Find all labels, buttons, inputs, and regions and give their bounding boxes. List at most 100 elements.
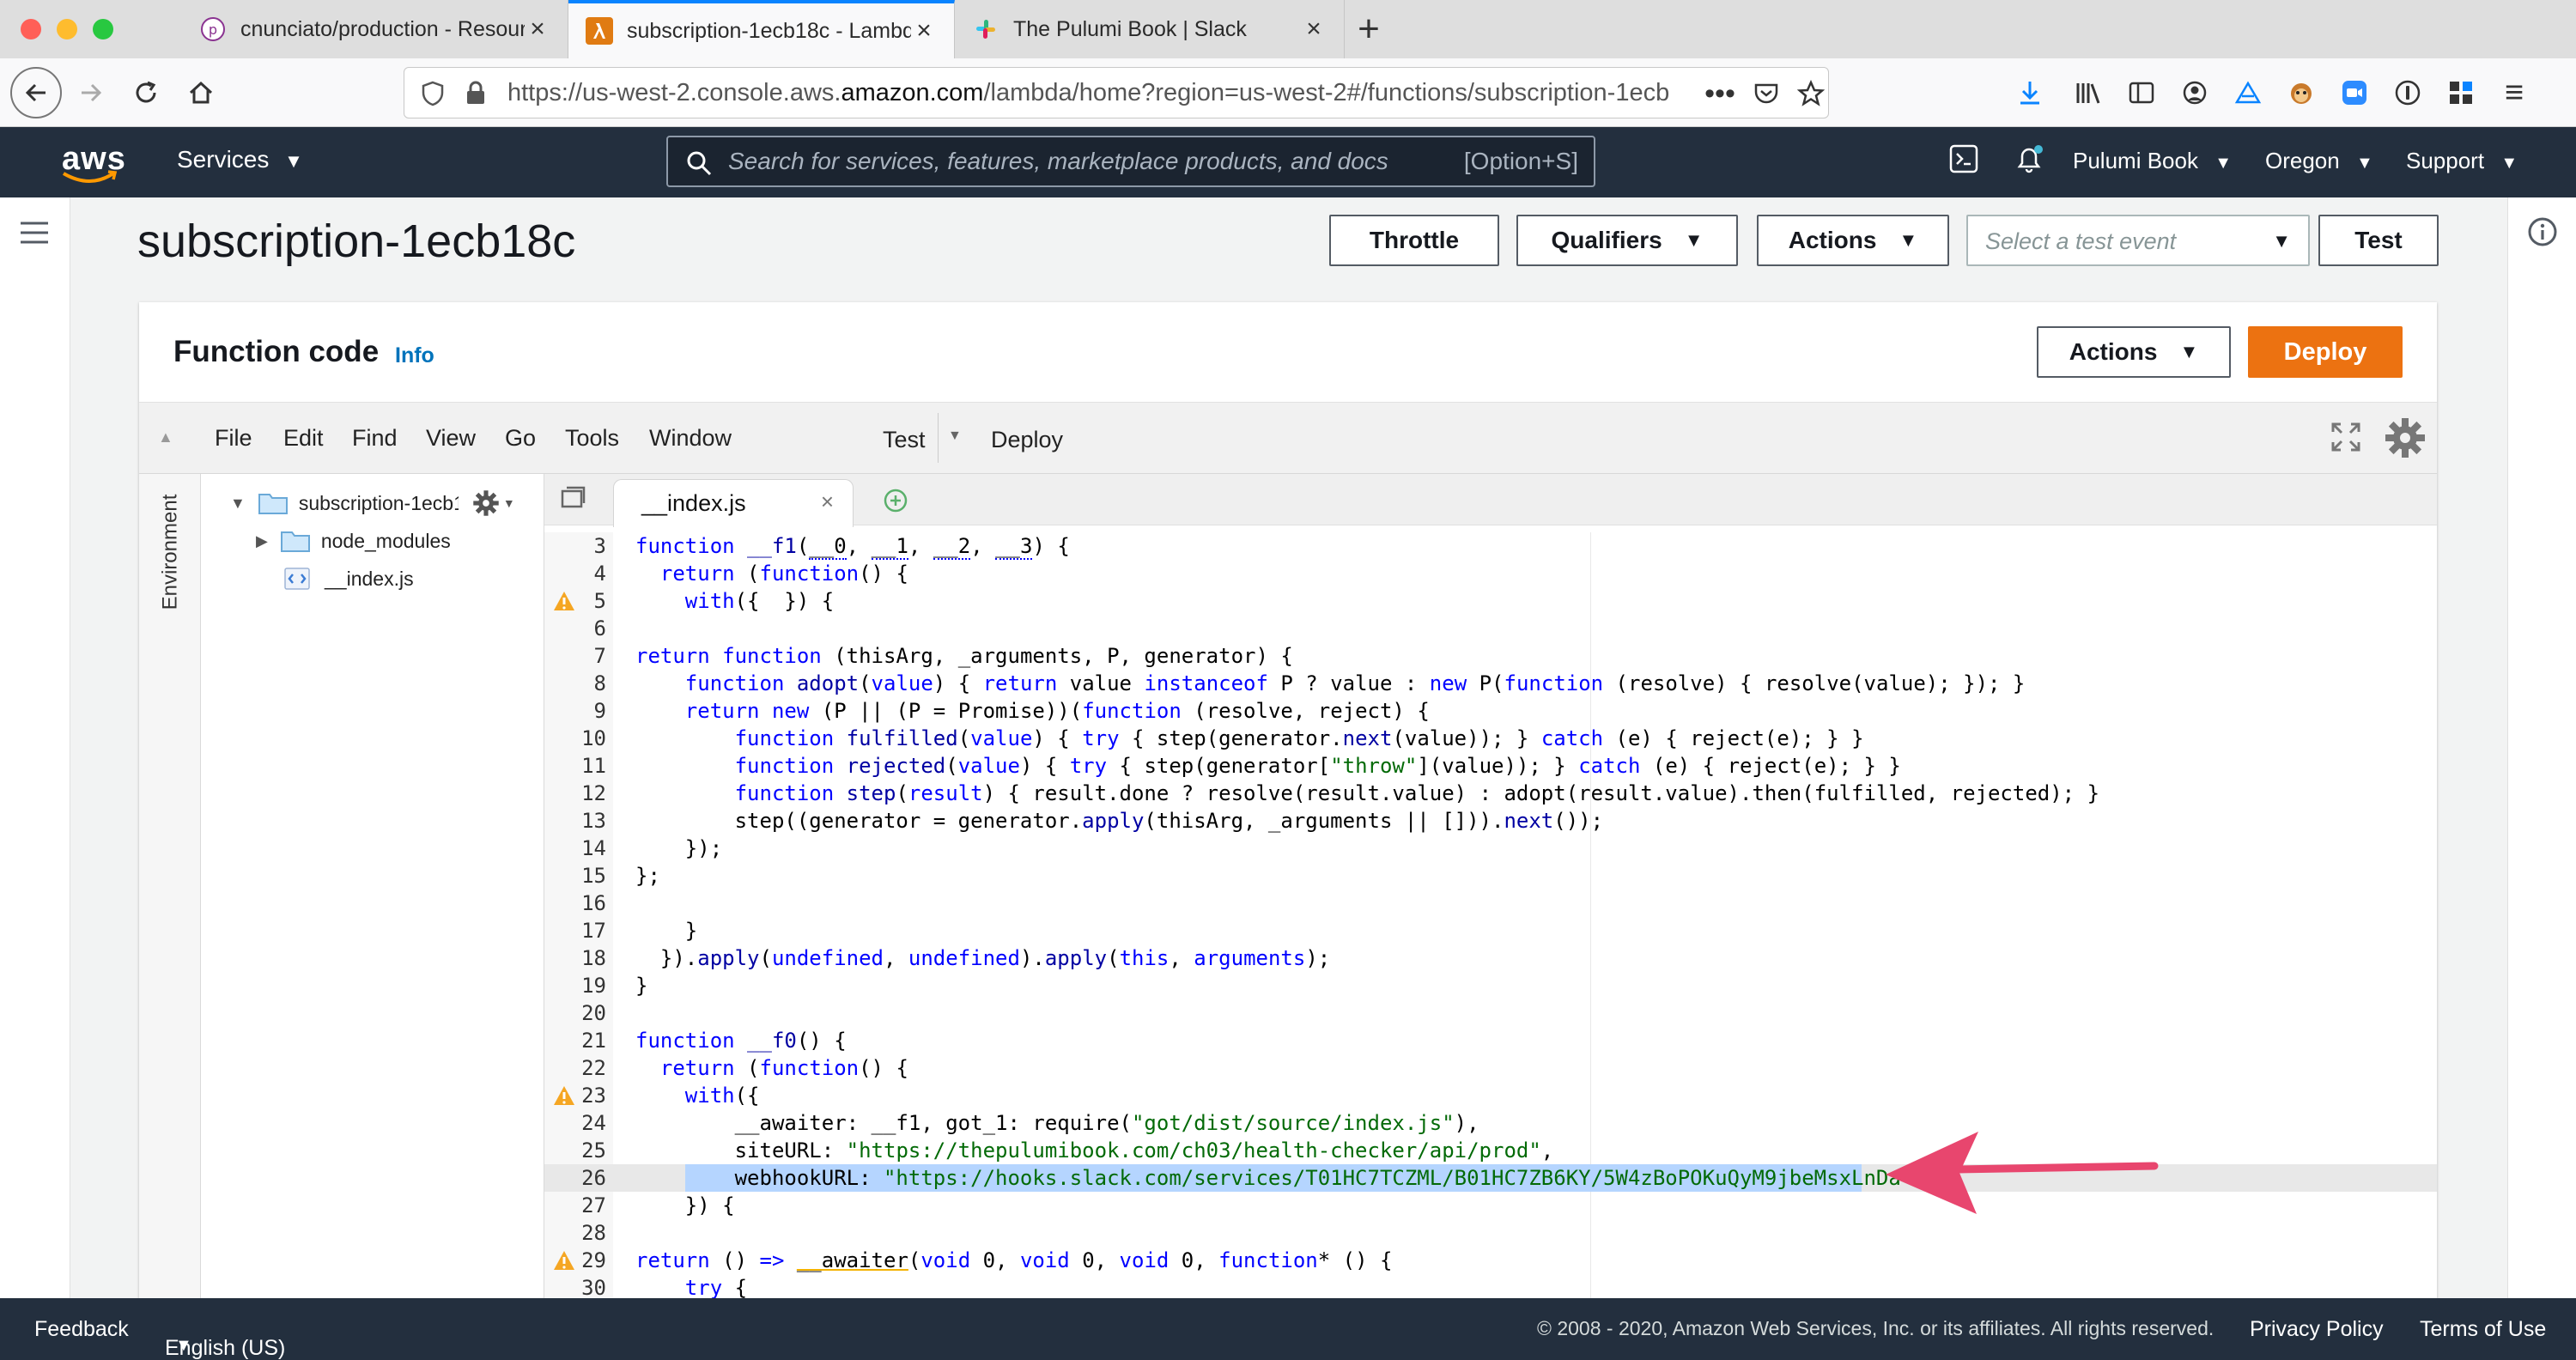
browser-tab-pulumi[interactable]: p cnunciato/production - Resourc ×: [182, 0, 568, 58]
tree-root-folder[interactable]: ▼ subscription-1ecb18 ▼: [230, 486, 515, 520]
account-menu[interactable]: Pulumi Book ▼: [2073, 148, 2232, 174]
close-window-button[interactable]: [21, 19, 41, 39]
address-bar[interactable]: https://us-west-2.console.aws.amazon.com…: [404, 67, 1829, 118]
line-number: 28: [581, 1221, 606, 1245]
shield-icon[interactable]: [420, 80, 446, 107]
downloads-icon[interactable]: [2006, 69, 2054, 117]
reload-button[interactable]: [122, 69, 170, 117]
home-button[interactable]: [177, 69, 225, 117]
new-editor-tab-icon[interactable]: [883, 488, 908, 518]
warning-icon[interactable]: [553, 590, 575, 612]
test-button[interactable]: Test: [2318, 215, 2439, 266]
page-title: subscription-1ecb18c: [137, 216, 576, 267]
actions-button[interactable]: Actions ▼: [1757, 215, 1949, 266]
menu-edit[interactable]: Edit: [283, 425, 324, 452]
close-tab-icon[interactable]: ×: [911, 16, 937, 46]
extension-monkey-icon[interactable]: [2277, 69, 2325, 117]
line-number: 25: [581, 1138, 606, 1163]
code-editor[interactable]: 3 4 5 6 7 8 9 10 11 12 13 14 15 16 17 18…: [544, 532, 2437, 1298]
aws-logo[interactable]: aws: [62, 141, 126, 183]
code-line: return () => __awaiter(void 0, void 0, v…: [635, 1248, 1393, 1272]
tree-node-modules-folder[interactable]: ▶ node_modules: [256, 524, 451, 558]
minimize-window-button[interactable]: [57, 19, 77, 39]
back-button[interactable]: [10, 67, 62, 118]
settings-gear-icon[interactable]: [2384, 416, 2427, 464]
menu-tools[interactable]: Tools: [565, 425, 619, 452]
environment-panel-toggle[interactable]: Environment: [139, 474, 201, 1298]
code-actions-button[interactable]: Actions ▼: [2037, 326, 2231, 378]
line-number: 18: [581, 946, 606, 970]
info-circle-icon[interactable]: [2527, 216, 2558, 252]
password-manager-icon[interactable]: [2384, 69, 2432, 117]
tree-index-file[interactable]: __index.js: [283, 562, 414, 596]
pocket-icon[interactable]: [1749, 78, 1783, 109]
support-label: Support: [2406, 148, 2485, 173]
caret-down-icon: ▼: [2215, 154, 2232, 173]
caret-down-icon: ▼: [2355, 154, 2373, 173]
new-tab-button[interactable]: +: [1345, 5, 1393, 53]
maximize-window-button[interactable]: [93, 19, 113, 39]
region-menu[interactable]: Oregon ▼: [2265, 148, 2373, 174]
privacy-policy-link[interactable]: Privacy Policy: [2250, 1317, 2384, 1342]
bookmark-star-icon[interactable]: [1794, 78, 1828, 109]
account-name: Pulumi Book: [2073, 148, 2198, 173]
library-icon[interactable]: [2064, 69, 2112, 117]
fullscreen-icon[interactable]: [2330, 422, 2361, 457]
search-shortcut: [Option+S]: [1463, 148, 1578, 174]
annotation-arrow: [1886, 1132, 2159, 1214]
menu-file[interactable]: File: [215, 425, 252, 452]
menu-find[interactable]: Find: [352, 425, 398, 452]
search-icon: [687, 151, 712, 176]
menu-deploy[interactable]: Deploy: [991, 427, 1063, 453]
editor-tab-index-js[interactable]: __index.js ×: [613, 479, 854, 527]
aws-search-box[interactable]: Search for services, features, marketpla…: [666, 136, 1595, 187]
browser-tab-lambda[interactable]: subscription-1ecb18c - Lambda ×: [568, 0, 955, 58]
browser-tab-slack[interactable]: The Pulumi Book | Slack ×: [955, 0, 1345, 58]
expand-triangle-icon: ▼: [230, 494, 246, 512]
close-tab-icon[interactable]: ×: [525, 15, 550, 44]
terms-of-use-link[interactable]: Terms of Use: [2420, 1317, 2546, 1342]
close-tab-icon[interactable]: ×: [1301, 15, 1327, 44]
support-menu[interactable]: Support ▼: [2406, 148, 2518, 174]
index-file-name: __index.js: [325, 567, 414, 590]
menu-view[interactable]: View: [426, 425, 476, 452]
tree-settings-gear-icon[interactable]: [472, 489, 500, 517]
sidebar-icon[interactable]: [2117, 69, 2166, 117]
extension-mountain-icon[interactable]: [2224, 69, 2272, 117]
page-actions-icon[interactable]: •••: [1699, 77, 1741, 110]
warning-icon[interactable]: [553, 1249, 575, 1272]
aws-smile-icon: [62, 170, 118, 183]
throttle-button[interactable]: Throttle: [1329, 215, 1499, 266]
extensions-icon[interactable]: [2437, 69, 2485, 117]
region-name: Oregon: [2265, 148, 2340, 173]
menu-go[interactable]: Go: [505, 425, 536, 452]
account-icon[interactable]: [2171, 69, 2219, 117]
notifications-bell-icon[interactable]: [2013, 143, 2047, 183]
info-link[interactable]: Info: [395, 343, 434, 368]
code-line: }).apply(undefined, undefined).apply(thi…: [635, 946, 1331, 970]
line-number: 16: [581, 891, 606, 915]
deploy-button[interactable]: Deploy: [2248, 326, 2403, 378]
hamburger-menu-icon[interactable]: [19, 220, 50, 250]
lock-icon[interactable]: [465, 80, 487, 106]
test-event-select[interactable]: Select a test event ▼: [1966, 215, 2310, 266]
close-tab-icon[interactable]: ×: [821, 489, 834, 515]
file-list-icon[interactable]: [560, 486, 586, 516]
url-text[interactable]: https://us-west-2.console.aws.amazon.com…: [507, 68, 1710, 118]
warning-icon[interactable]: [553, 1084, 575, 1107]
menu-hamburger-icon[interactable]: ≡: [2490, 69, 2538, 117]
zoom-extension-icon[interactable]: [2330, 69, 2379, 117]
forward-button[interactable]: [67, 69, 115, 117]
feedback-link[interactable]: Feedback: [34, 1317, 129, 1342]
menu-window[interactable]: Window: [649, 425, 732, 452]
cloudshell-icon[interactable]: [1949, 144, 1978, 179]
code-line: }: [635, 919, 698, 943]
line-number: 15: [581, 864, 606, 888]
services-menu[interactable]: Services ▼: [177, 146, 303, 173]
qualifiers-button[interactable]: Qualifiers ▼: [1516, 215, 1738, 266]
home-icon: [189, 81, 213, 104]
menu-test[interactable]: Test: [883, 427, 926, 453]
test-dropdown-caret-icon[interactable]: ▼: [948, 428, 962, 444]
collapse-triangle-icon[interactable]: ▲: [158, 428, 173, 446]
line-number: 4: [593, 562, 606, 586]
